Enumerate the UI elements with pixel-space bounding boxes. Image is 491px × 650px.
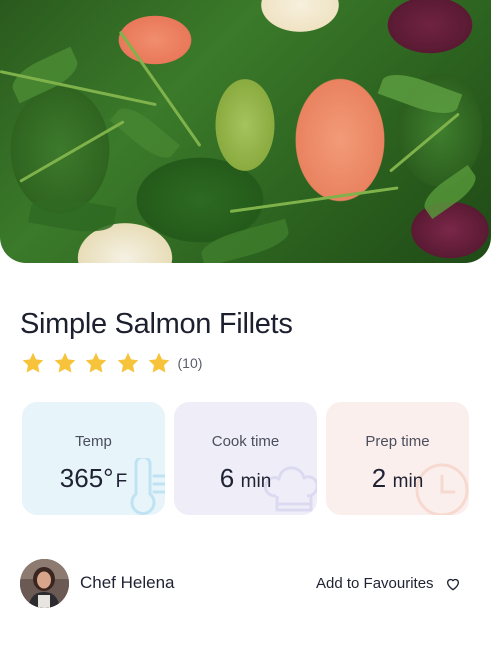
star-icon <box>84 351 108 375</box>
cook-time-card: Cook time 6 min <box>174 402 317 515</box>
recipe-photo <box>0 0 491 263</box>
rating-count: (10) <box>177 355 203 371</box>
prep-time-card: Prep time 2 min <box>326 402 469 515</box>
add-to-favourites-button[interactable]: Add to Favourites <box>316 575 461 592</box>
star-icon <box>147 351 171 375</box>
chef-name[interactable]: Chef Helena <box>80 573 175 593</box>
temp-label: Temp <box>75 433 112 450</box>
cook-time-label: Cook time <box>211 433 280 450</box>
star-icon <box>116 351 140 375</box>
cook-time-value: 6 min <box>219 463 272 493</box>
heart-icon <box>445 576 461 592</box>
prep-time-label: Prep time <box>365 433 430 450</box>
star-icon <box>53 351 77 375</box>
star-icon <box>21 351 45 375</box>
temp-value: 365° F <box>59 463 128 493</box>
chef-avatar[interactable] <box>20 559 69 608</box>
temp-card: Temp 365° F <box>22 402 165 515</box>
recipe-title: Simple Salmon Fillets <box>20 308 293 340</box>
add-to-favourites-label: Add to Favourites <box>316 575 434 592</box>
prep-time-value: 2 min <box>371 463 424 493</box>
star-rating: (10) <box>21 350 202 376</box>
